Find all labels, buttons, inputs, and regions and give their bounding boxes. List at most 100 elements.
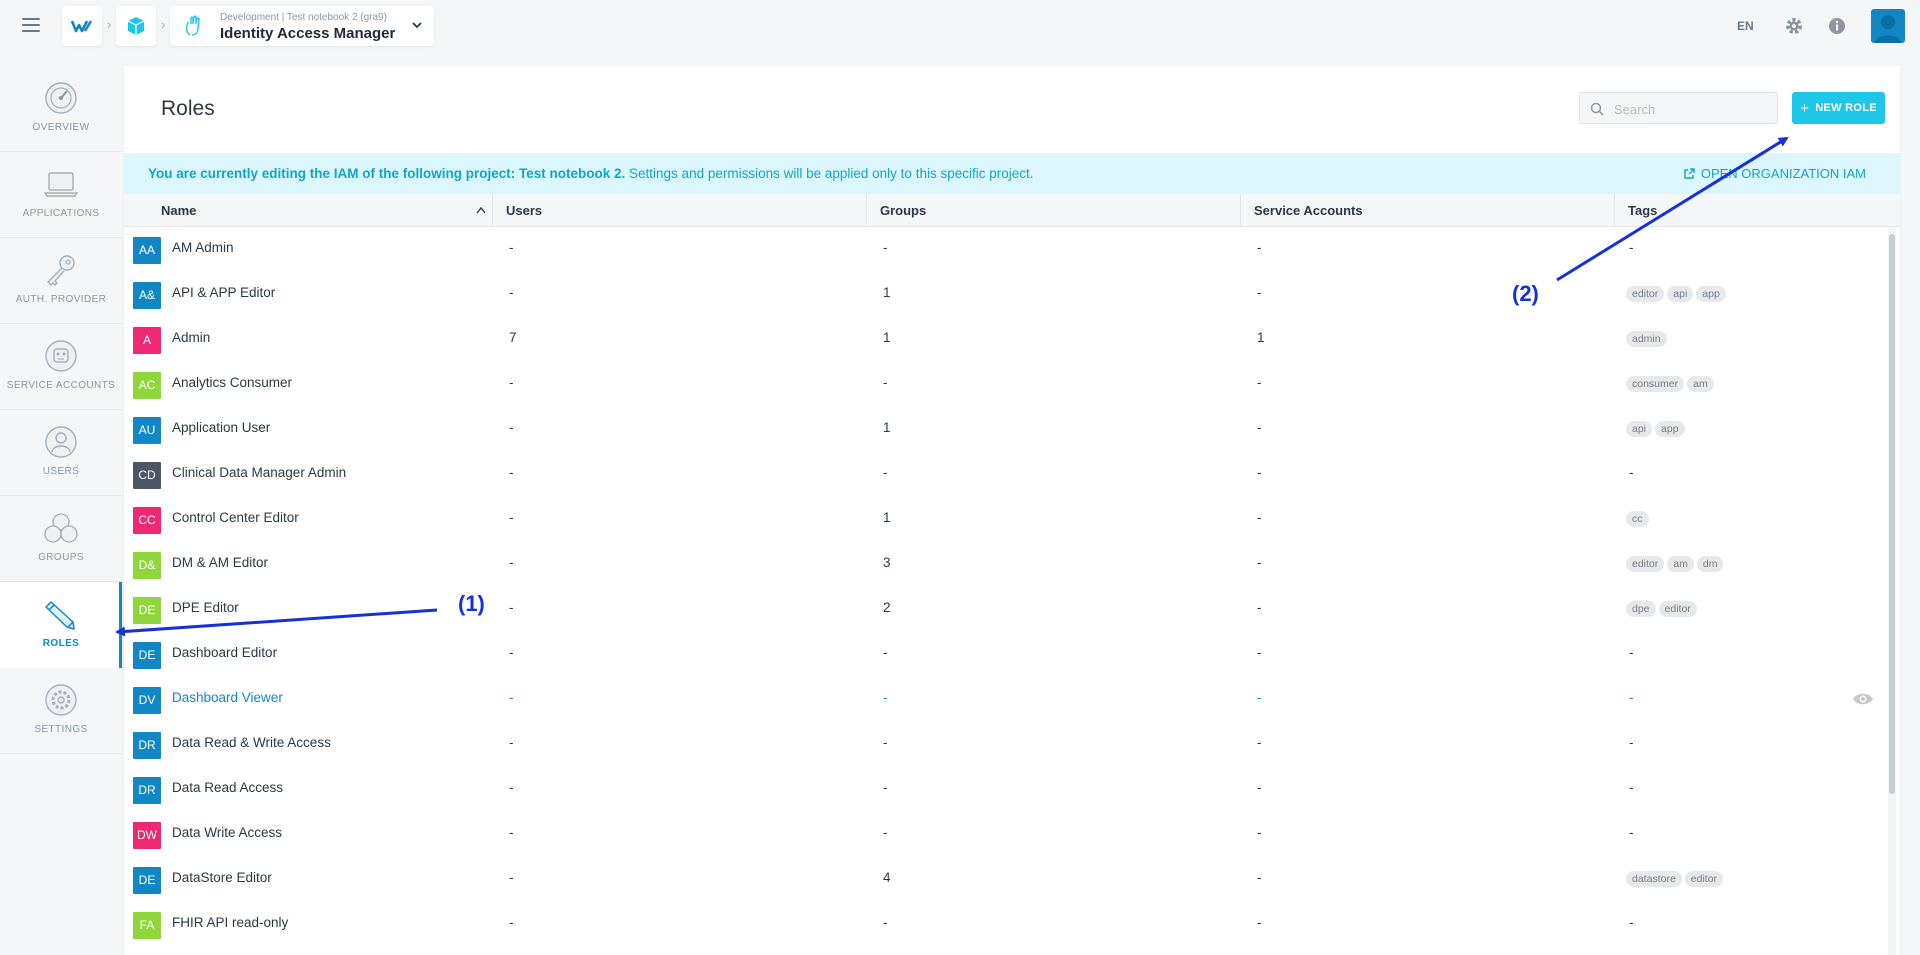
sidebar-item-service-accounts[interactable]: SERVICE ACCOUNTS (0, 324, 122, 410)
role-service-accounts-count: - (1257, 780, 1262, 795)
role-users-count: - (509, 690, 514, 705)
table-row[interactable]: FA FHIR API read-only - - - - (124, 902, 1886, 947)
menu-icon[interactable] (22, 18, 40, 32)
column-header-users[interactable]: Users (493, 194, 867, 227)
table-row[interactable]: DW Data Write Access - - - - (124, 812, 1886, 857)
sidebar-item-roles[interactable]: ROLES (0, 582, 122, 668)
sidebar-item-users[interactable]: USERS (0, 410, 122, 496)
search-icon (1590, 102, 1604, 116)
column-header-tags[interactable]: Tags (1615, 194, 1900, 227)
role-users-count: - (509, 645, 514, 660)
role-initials-badge: DE (133, 597, 161, 624)
new-role-button[interactable]: + NEW ROLE (1792, 92, 1885, 124)
sidebar-item-groups[interactable]: GROUPS (0, 496, 122, 582)
role-name: Data Read & Write Access (172, 735, 331, 750)
table-row[interactable]: CD Clinical Data Manager Admin - - - - (124, 452, 1886, 497)
chevron-down-icon[interactable] (410, 18, 424, 32)
table-row[interactable]: DE DataStore Editor - 4 - datastore editor (124, 857, 1886, 902)
top-bar: › › Development | Test notebook 2 (gra9)… (0, 0, 1920, 52)
column-header-groups[interactable]: Groups (867, 194, 1241, 227)
role-service-accounts-count: - (1257, 240, 1262, 255)
role-initials-badge: AC (133, 372, 161, 399)
table-row[interactable]: A Admin 7 1 1 admin (124, 317, 1886, 362)
role-initials-badge: AA (133, 237, 161, 264)
role-tags-empty: - (1629, 690, 1634, 705)
sidebar-item-applications[interactable]: APPLICATIONS (0, 152, 122, 238)
app-switcher[interactable]: Development | Test notebook 2 (gra9) Ide… (170, 6, 434, 46)
external-link-icon (1684, 167, 1695, 179)
role-groups-count: - (883, 375, 888, 390)
role-groups-count: 1 (883, 420, 891, 435)
sort-ascending-icon[interactable] (476, 206, 486, 214)
tag-chip: cc (1626, 511, 1649, 527)
role-tags: editor api app (1626, 286, 1726, 302)
table-row[interactable]: D& DM & AM Editor - 3 - editor am dm (124, 542, 1886, 587)
info-icon[interactable] (1828, 17, 1846, 35)
key-icon (47, 255, 75, 286)
tag-chip: admin (1626, 331, 1667, 347)
role-service-accounts-count: - (1257, 915, 1262, 930)
role-initials-badge: DE (133, 642, 161, 669)
role-groups-count: 2 (883, 600, 891, 615)
open-organization-iam-label: OPEN ORGANIZATION IAM (1700, 166, 1866, 181)
role-users-count: - (509, 825, 514, 840)
role-initials-badge: DW (133, 822, 161, 849)
table-row[interactable]: AA AM Admin - - - - (124, 227, 1886, 272)
role-tags: api app (1626, 421, 1685, 437)
role-name: AM Admin (172, 240, 234, 255)
role-initials-badge: DR (133, 732, 161, 759)
role-service-accounts-count: - (1257, 735, 1262, 750)
sidebar-item-label: APPLICATIONS (22, 208, 100, 219)
role-service-accounts-count: - (1257, 600, 1262, 615)
home-logo-button[interactable] (62, 6, 102, 46)
breadcrumb-separator: › (107, 17, 112, 32)
role-tags-empty: - (1629, 645, 1634, 660)
role-users-count: 7 (509, 330, 517, 345)
table-row[interactable]: DE Dashboard Editor - - - - (124, 632, 1886, 677)
settings-icon (45, 684, 77, 716)
table-row[interactable]: A& API & APP Editor - 1 - editor api app (124, 272, 1886, 317)
language-selector[interactable]: EN (1737, 19, 1754, 33)
breadcrumb-separator: › (161, 17, 166, 32)
table-row[interactable]: AU Application User - 1 - api app (124, 407, 1886, 452)
table-header: Name Users Groups Service Accounts Tags (124, 194, 1900, 227)
plus-icon: + (1800, 99, 1810, 117)
column-header-name[interactable]: Name (124, 194, 493, 227)
table-row[interactable]: CC Control Center Editor - 1 - cc (124, 497, 1886, 542)
table-row[interactable]: DR Data Read Access - - - - (124, 767, 1886, 812)
table-row[interactable]: DV Dashboard Viewer - - - - (124, 677, 1886, 722)
role-users-count: - (509, 555, 514, 570)
sidebar-item-settings[interactable]: SETTINGS (0, 668, 122, 754)
role-users-count: - (509, 375, 514, 390)
sidebar-item-overview[interactable]: OVERVIEW (0, 66, 122, 152)
open-organization-iam-link[interactable]: OPEN ORGANIZATION IAM (1683, 166, 1866, 181)
role-tags-empty: - (1629, 240, 1634, 255)
user-icon (45, 426, 77, 458)
search-input[interactable] (1614, 99, 1764, 119)
role-name: Analytics Consumer (172, 375, 293, 390)
sidebar-item-label: USERS (42, 466, 80, 477)
role-service-accounts-count: - (1257, 555, 1262, 570)
table-row[interactable]: AC Analytics Consumer - - - consumer am (124, 362, 1886, 407)
role-initials-badge: AU (133, 417, 161, 444)
role-service-accounts-count: - (1257, 870, 1262, 885)
role-name: Data Read Access (172, 780, 284, 795)
sidebar-item-label: AUTH. PROVIDER (15, 294, 107, 305)
tag-chip: am (1667, 556, 1694, 572)
scrollbar-thumb[interactable] (1889, 234, 1895, 794)
user-avatar[interactable] (1871, 9, 1905, 43)
table-row[interactable]: DR Data Read & Write Access - - - - (124, 722, 1886, 767)
column-header-service-accounts[interactable]: Service Accounts (1241, 194, 1615, 227)
view-role-eye-icon[interactable] (1852, 692, 1874, 706)
project-button[interactable] (116, 6, 156, 46)
role-name: Data Write Access (172, 825, 283, 840)
role-service-accounts-count: - (1257, 375, 1262, 390)
role-initials-badge: A (133, 327, 161, 354)
table-row[interactable]: DE DPE Editor - 2 - dpe editor (124, 587, 1886, 632)
gear-icon[interactable] (1784, 16, 1804, 36)
robot-icon (45, 340, 77, 372)
role-service-accounts-count: - (1257, 465, 1262, 480)
sidebar-item-auth-provider[interactable]: AUTH. PROVIDER (0, 238, 122, 324)
tag-chip: am (1687, 376, 1714, 392)
role-tags: datastore editor (1626, 871, 1724, 887)
